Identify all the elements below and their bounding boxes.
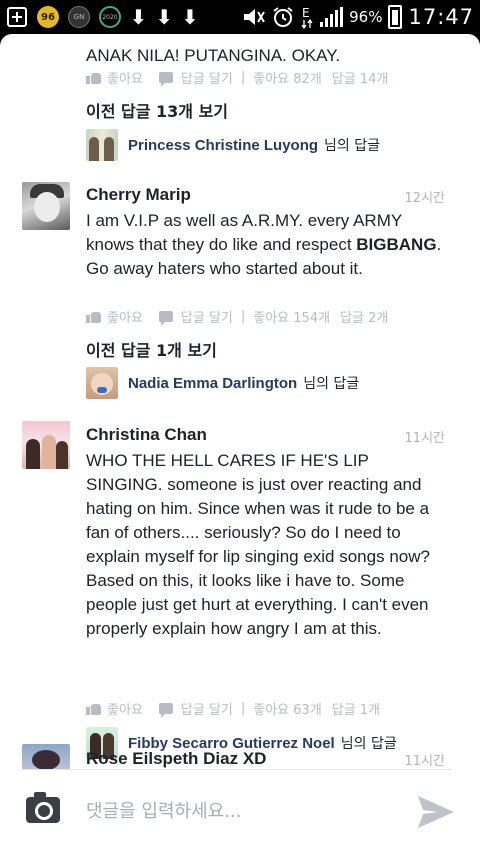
plus-box-icon (6, 6, 28, 28)
reply-button[interactable]: 답글 달기 (143, 68, 233, 87)
comment-actions: 좋아요 답글 달기 | 좋아요 63개 답글 1개 (86, 698, 380, 718)
sticker-icon: 96 (37, 6, 59, 28)
camera-icon[interactable] (26, 792, 60, 823)
reply-preview[interactable]: Princess Christine Luyong 님의 답글 (86, 129, 380, 161)
avatar[interactable] (22, 182, 70, 230)
comment-bubble-icon (158, 310, 173, 326)
comment-text: I am V.I.P as well as A.R.MY. every ARMY… (86, 211, 442, 278)
comment-time: 12시간 (404, 191, 445, 206)
comment-author-name[interactable]: Christina Chan (86, 425, 207, 445)
comment-bubble-icon (158, 702, 173, 718)
like-label: 좋아요 (107, 702, 143, 718)
clock: 17:47 (408, 5, 474, 29)
like-label: 좋아요 (107, 310, 143, 326)
reply-count[interactable]: 답글 14개 (332, 68, 389, 87)
reply-label: 답글 달기 (180, 702, 233, 718)
reply-label: 답글 달기 (180, 310, 233, 326)
mute-icon (244, 9, 265, 25)
like-button[interactable]: 좋아요 (86, 699, 143, 718)
reply-suffix: 님의 답글 (324, 138, 381, 154)
comment-actions: 좋아요 답글 달기 | 좋아요 154개 답글 2개 (86, 306, 388, 326)
comment-bubble-icon (158, 71, 173, 87)
reply-author-name[interactable]: Princess Christine Luyong (128, 137, 318, 154)
battery-percent: 96% (349, 8, 383, 26)
send-icon[interactable] (416, 792, 456, 832)
like-count[interactable]: 좋아요 63개 (253, 699, 322, 718)
like-button[interactable]: 좋아요 (86, 307, 143, 326)
thumbs-up-icon (86, 702, 101, 715)
view-previous-replies[interactable]: 이전 답글 13개 보기 (86, 98, 228, 122)
thumbs-up-icon (86, 71, 101, 84)
data-e-icon: E (301, 6, 313, 29)
gn-app-icon: GN (68, 6, 90, 28)
comment-text: ANAK NILA! PUTANGINA. OKAY. (86, 46, 341, 65)
reply-count[interactable]: 답글 2개 (340, 307, 388, 326)
download-icon: ⬇ (130, 5, 147, 29)
avatar[interactable] (86, 367, 118, 399)
battery-icon (388, 5, 403, 29)
comment-actions: 좋아요 답글 달기 | 좋아요 82개 답글 14개 (86, 67, 388, 87)
avatar[interactable] (22, 421, 70, 469)
status-bar: 96 GN 2020 ⬇ ⬇ ⬇ E 96% 17:47 (0, 0, 480, 34)
separator: | (240, 308, 246, 324)
separator: | (240, 700, 246, 716)
alarm-icon (273, 7, 293, 27)
like-count[interactable]: 좋아요 154개 (253, 307, 330, 326)
comment-author-name[interactable]: Cherry Marip (86, 185, 191, 205)
ring-app-icon: 2020 (99, 6, 121, 28)
comment-time: 11시간 (404, 754, 445, 769)
avatar[interactable] (22, 744, 70, 769)
reply-suffix: 님의 답글 (303, 376, 360, 392)
like-label: 좋아요 (107, 71, 143, 87)
reply-author-name[interactable]: Nadia Emma Darlington (128, 375, 297, 392)
svg-text:E: E (302, 6, 310, 20)
signal-icon (320, 7, 344, 27)
reply-button[interactable]: 답글 달기 (143, 699, 233, 718)
like-count[interactable]: 좋아요 82개 (253, 68, 322, 87)
download-icon: ⬇ (155, 5, 173, 29)
separator: | (240, 69, 246, 85)
comment-text: WHO THE HELL CARES IF HE'S LIP SINGING. … (86, 451, 430, 638)
comment-thread[interactable]: ANAK NILA! PUTANGINA. OKAY. 좋아요 답글 달기 | … (0, 34, 480, 769)
like-button[interactable]: 좋아요 (86, 68, 143, 87)
comment-author-name[interactable]: Rose Eilspeth Diaz XD (86, 749, 266, 769)
thumbs-up-icon (86, 310, 101, 323)
reply-suffix: 님의 답글 (340, 736, 397, 752)
download-icon: ⬇ (181, 5, 199, 29)
comments-sheet: ANAK NILA! PUTANGINA. OKAY. 좋아요 답글 달기 | … (0, 34, 480, 853)
reply-count[interactable]: 답글 1개 (332, 699, 380, 718)
reply-label: 답글 달기 (180, 71, 233, 87)
comment-input[interactable] (86, 794, 386, 828)
comment-time: 11시간 (404, 431, 445, 446)
reply-button[interactable]: 답글 달기 (143, 307, 233, 326)
comment-composer (0, 770, 480, 853)
view-previous-replies[interactable]: 이전 답글 1개 보기 (86, 337, 217, 361)
avatar[interactable] (86, 129, 118, 161)
reply-preview[interactable]: Nadia Emma Darlington 님의 답글 (86, 367, 359, 399)
